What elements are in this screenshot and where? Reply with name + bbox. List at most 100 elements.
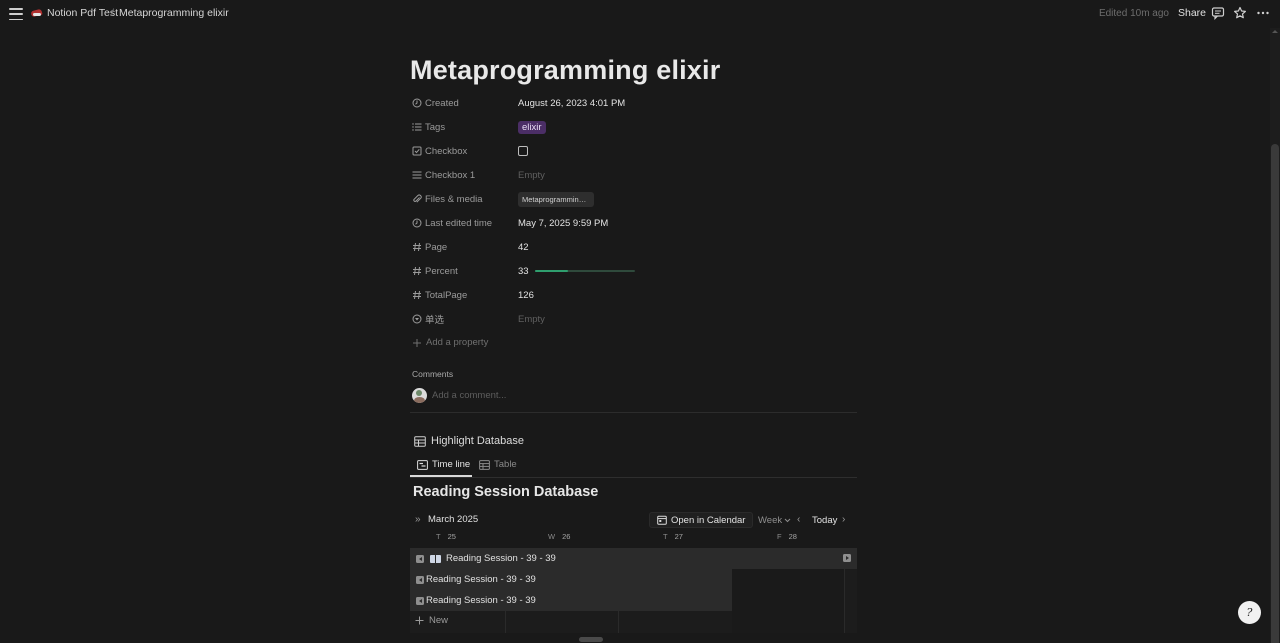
collapse-left-icon[interactable] <box>416 575 424 584</box>
property-value-empty: Empty <box>518 313 545 325</box>
database-title[interactable]: Highlight Database <box>414 435 524 447</box>
add-property-label: Add a property <box>426 337 489 348</box>
property-label-text: Files & media <box>425 193 483 205</box>
property-page[interactable]: Page 42 <box>412 238 852 256</box>
expand-right-icon[interactable] <box>843 554 851 562</box>
add-property-button[interactable]: Add a property <box>412 337 488 348</box>
day-header: T 27 <box>663 532 683 541</box>
calendar-day-headers: T 25 W 26 T 27 F 28 <box>410 532 857 544</box>
clock-icon <box>412 98 422 108</box>
collapse-left-icon[interactable] <box>416 596 424 605</box>
property-value: May 7, 2025 9:59 PM <box>518 217 609 229</box>
expand-double-chevron-icon[interactable]: » <box>415 514 421 525</box>
vertical-scrollbar[interactable] <box>1270 28 1280 643</box>
paperclip-icon <box>413 194 422 203</box>
tab-time-line[interactable]: Time line <box>417 459 470 470</box>
table-icon <box>414 435 426 447</box>
list-icon <box>412 171 422 179</box>
property-label: Page <box>412 242 518 253</box>
day-date: 26 <box>562 532 571 541</box>
day-date: 25 <box>447 532 456 541</box>
comment-input-row[interactable]: Add a comment... <box>412 388 506 403</box>
property-value-empty: Empty <box>518 169 545 181</box>
view-tabs: Time line Table <box>410 455 857 478</box>
open-in-calendar-button[interactable]: Open in Calendar <box>649 512 754 528</box>
property-label-text: Last edited time <box>425 217 493 229</box>
property-label: Tags <box>412 122 518 133</box>
collapse-left-icon[interactable] <box>416 554 424 563</box>
comments-icon[interactable] <box>1211 6 1225 20</box>
comment-input[interactable]: Add a comment... <box>432 390 506 401</box>
hash-icon <box>413 242 421 252</box>
property-label: 单选 <box>412 312 518 326</box>
plus-icon <box>413 338 421 347</box>
property-label: Checkbox 1 <box>412 170 518 181</box>
sidebar-menu-icon[interactable] <box>8 6 24 22</box>
horizontal-scrollbar-thumb[interactable] <box>579 637 603 642</box>
progress-bar <box>534 270 635 272</box>
property-totalpage[interactable]: TotalPage 126 <box>412 286 852 304</box>
new-item-button[interactable]: New <box>415 615 448 626</box>
day-header: W 26 <box>548 532 570 541</box>
clock-icon <box>412 218 422 228</box>
page-title[interactable]: Metaprogramming elixir <box>410 55 720 86</box>
property-label-text: Tags <box>425 121 446 133</box>
property-select[interactable]: 单选 Empty <box>412 310 852 328</box>
property-label: TotalPage <box>412 290 518 301</box>
timeline-icon <box>417 459 428 470</box>
property-percent[interactable]: Percent 33 <box>412 262 852 280</box>
day-weekday: W <box>548 532 556 541</box>
day-weekday: T <box>436 532 441 541</box>
percent-value: 33 <box>518 265 529 277</box>
property-created[interactable]: Created August 26, 2023 4:01 PM <box>412 94 852 112</box>
workspace-emoji-icon <box>31 8 43 18</box>
database-title-label: Highlight Database <box>431 435 524 447</box>
tab-table-label: Table <box>494 459 517 470</box>
day-date: 27 <box>674 532 683 541</box>
list-icon <box>412 123 422 131</box>
day-header: T 25 <box>436 532 456 541</box>
property-label-text: Created <box>425 97 459 109</box>
comments-heading: Comments <box>412 369 454 379</box>
scroll-up-arrow-icon[interactable] <box>1272 30 1278 33</box>
property-label-text: Percent <box>425 265 458 277</box>
breadcrumb-page-label: Metaprogramming elixir <box>119 7 229 19</box>
file-attachment[interactable]: Metaprogramming Elixir.pdf <box>518 191 594 207</box>
select-icon <box>412 314 422 324</box>
new-item-label: New <box>429 615 449 626</box>
today-button[interactable]: Today <box>812 515 837 526</box>
timeline-grid: Reading Session - 39 - 39 Reading Sessio… <box>410 548 857 633</box>
property-last-edited-time[interactable]: Last edited time May 7, 2025 9:59 PM <box>412 214 852 232</box>
timeline-event[interactable]: Reading Session - 39 - 39 <box>410 569 732 590</box>
week-dropdown[interactable]: Week <box>758 515 791 526</box>
property-label: Percent <box>412 266 518 277</box>
more-options-icon[interactable] <box>1256 6 1270 20</box>
day-date: 28 <box>788 532 797 541</box>
property-checkbox[interactable]: Checkbox <box>412 142 852 160</box>
breadcrumb-workspace[interactable]: Notion Pdf Test <box>31 7 118 19</box>
plus-icon <box>415 616 424 625</box>
tab-table[interactable]: Table <box>479 459 517 470</box>
property-tags[interactable]: Tags elixir <box>412 118 852 136</box>
timeline-event[interactable]: Reading Session - 39 - 39 <box>410 590 732 611</box>
next-week-chevron-icon[interactable]: › <box>842 514 845 525</box>
view-title[interactable]: Reading Session Database <box>413 484 598 500</box>
previous-week-chevron-icon[interactable]: ‹ <box>797 514 800 525</box>
share-button[interactable]: Share <box>1178 7 1206 19</box>
scrollbar-thumb[interactable] <box>1271 144 1279 643</box>
help-button[interactable]: ? <box>1238 601 1261 624</box>
active-tab-indicator <box>410 475 472 477</box>
property-value: 42 <box>518 241 529 253</box>
tag-elixir[interactable]: elixir <box>518 120 546 134</box>
breadcrumb-page[interactable]: Metaprogramming elixir <box>119 7 229 19</box>
timeline-event[interactable]: Reading Session - 39 - 39 <box>410 548 857 569</box>
property-files-media[interactable]: Files & media Metaprogramming Elixir.pdf <box>412 190 852 208</box>
checkbox-input[interactable] <box>518 146 528 156</box>
help-label: ? <box>1246 606 1253 619</box>
star-icon[interactable] <box>1233 6 1247 20</box>
property-checkbox-1[interactable]: Checkbox 1 Empty <box>412 166 852 184</box>
horizontal-scrollbar[interactable] <box>410 636 857 643</box>
calendar-month: March 2025 <box>428 514 479 525</box>
avatar <box>412 388 427 403</box>
calendar-icon <box>657 515 667 525</box>
